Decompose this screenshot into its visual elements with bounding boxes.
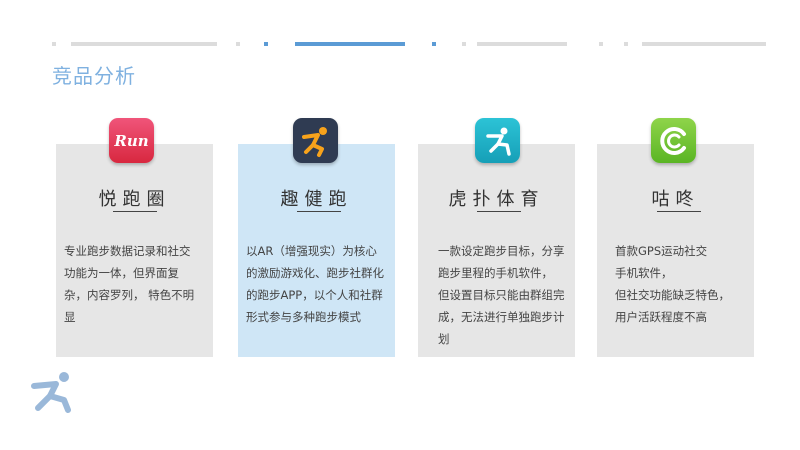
desc-line: 显 — [64, 310, 76, 324]
run-logo-text: Run — [114, 131, 149, 150]
run-logo-icon: Run — [109, 118, 154, 163]
bar-dot — [599, 42, 603, 46]
desc-line: 成，无法进行单独跑步计 — [438, 310, 565, 324]
desc-line: 手机软件， — [615, 266, 673, 280]
bar-dot — [264, 42, 268, 46]
runner-logo-icon — [31, 372, 71, 413]
desc-line: 形式参与多种跑步模式 — [246, 310, 361, 324]
card-title: 趣健跑 — [280, 189, 353, 210]
top-decorative-bar — [52, 42, 766, 48]
page-title: 竞品分析 — [52, 64, 136, 88]
card-desc: 专业跑步数据记录和社交 功能为一体，但界面复 杂，内容罗列， 特色不明 显 — [64, 240, 194, 328]
desc-line: 专业跑步数据记录和社交 — [64, 244, 191, 258]
desc-line: 用户活跃程度不高 — [615, 310, 707, 324]
card-title: 咕咚 — [651, 189, 700, 210]
desc-line: 划 — [438, 332, 450, 346]
bar-segment-active — [295, 42, 405, 46]
card-title: 虎扑体育 — [448, 189, 545, 210]
card-desc: 首款GPS运动社交 手机软件， 但社交功能缺乏特色， 用户活跃程度不高 — [615, 240, 730, 328]
runner-orange-glyph — [301, 126, 327, 157]
desc-line: 一款设定跑步目标，分享 — [438, 244, 565, 258]
card-desc: 一款设定跑步目标，分享 跑步里程的手机软件， 但设置目标只能由群组完 成，无法进… — [438, 240, 565, 350]
card-underline — [297, 211, 341, 212]
runner-teal-glyph — [485, 127, 511, 156]
desc-line: 的跑步APP，以个人和社群 — [246, 288, 383, 302]
runner-orange-icon — [293, 118, 338, 163]
desc-line: 的激励游戏化、跑步社群化 — [246, 266, 384, 280]
codoon-green-icon — [651, 118, 696, 163]
bar-dot — [432, 42, 436, 46]
desc-line: 跑步里程的手机软件， — [438, 266, 553, 280]
card-underline — [657, 211, 701, 212]
card-title: 悦跑圈 — [98, 189, 171, 210]
desc-line: 但社交功能缺乏特色， — [615, 288, 730, 302]
codoon-green-glyph — [659, 126, 686, 155]
bar-segment — [642, 42, 766, 46]
desc-line: 杂，内容罗列， 特色不明 — [64, 288, 195, 302]
bar-dot — [624, 42, 628, 46]
bar-dot — [462, 42, 466, 46]
runner-teal-icon — [475, 118, 520, 163]
bar-dot — [52, 42, 56, 46]
card-underline — [477, 211, 521, 212]
desc-line: 以AR（增强现实）为核心 — [246, 244, 377, 258]
bar-segment — [477, 42, 567, 46]
card-underline — [113, 211, 157, 212]
desc-line: 功能为一体，但界面复 — [64, 266, 179, 280]
desc-line: 首款GPS运动社交 — [615, 244, 708, 258]
bar-dot — [236, 42, 240, 46]
desc-line: 但设置目标只能由群组完 — [438, 288, 565, 302]
bar-segment — [71, 42, 217, 46]
card-desc: 以AR（增强现实）为核心 的激励游戏化、跑步社群化 的跑步APP，以个人和社群 … — [246, 240, 384, 328]
